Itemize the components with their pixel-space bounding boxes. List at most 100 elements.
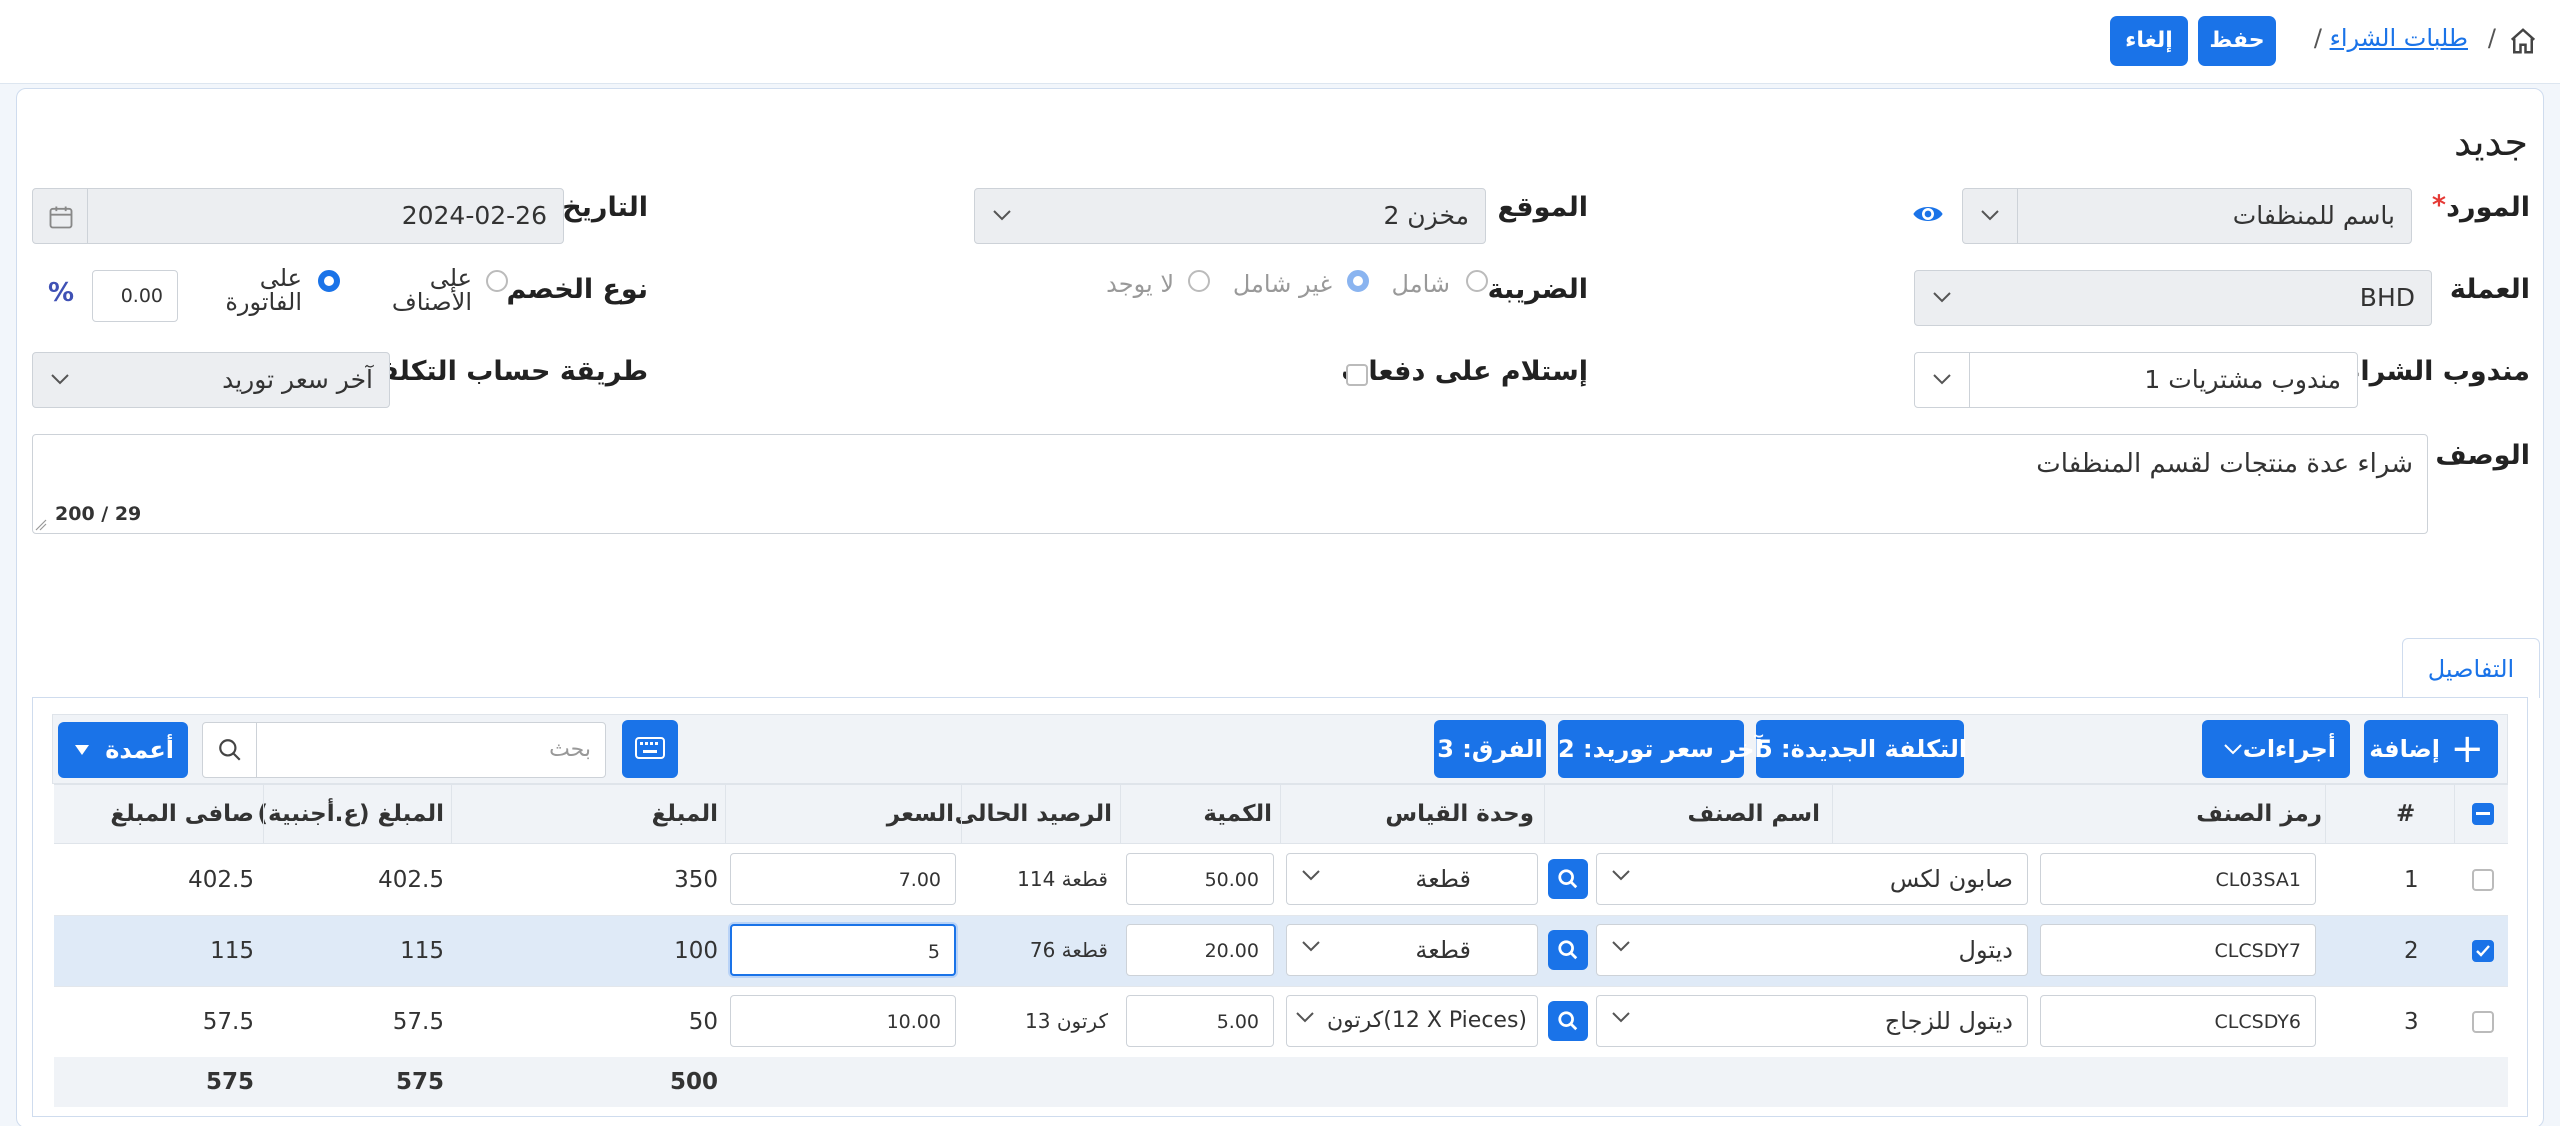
row-checkbox[interactable] xyxy=(2472,1011,2494,1033)
chevron-down-icon[interactable] xyxy=(1915,271,1969,325)
table-header: # رمز الصنف اسم الصنف وحدة القياس الكمية… xyxy=(54,784,2508,844)
total-net-amount: 575 xyxy=(205,1069,254,1095)
cost-method-label: طريقة حساب التكلفة xyxy=(363,356,648,387)
currency-value: BHD xyxy=(2359,283,2415,312)
save-button[interactable]: حفظ xyxy=(2198,16,2276,66)
discount-option-invoice-line2: الفاتورة xyxy=(225,288,302,316)
item-name-select[interactable]: ديتول للزجاج xyxy=(1596,995,2028,1047)
item-code-input[interactable]: CLCSDY7 xyxy=(2040,924,2316,976)
net-amount: 402.5 xyxy=(188,867,254,893)
unit-select[interactable]: قطعة xyxy=(1286,853,1538,905)
columns-button[interactable]: أعمدة xyxy=(58,722,188,778)
current-balance: 114 قطعة xyxy=(1017,867,1108,891)
description-textarea[interactable]: شراء عدة منتجات لقسم المنظفات 200 / 29 xyxy=(32,434,2428,534)
quantity-input[interactable]: 50.00 xyxy=(1126,853,1274,905)
row-checkbox[interactable] xyxy=(2472,869,2494,891)
amount-foreign: 57.5 xyxy=(392,1009,444,1035)
item-code-input[interactable]: CL03SA1 xyxy=(2040,853,2316,905)
table-row[interactable]: 1 CL03SA1 صابون لكس قطعة 50.00 114 قطعة … xyxy=(54,845,2508,916)
percent-toggle[interactable]: % xyxy=(48,278,74,308)
column-header-net-amount: صافى المبلغ xyxy=(110,801,254,827)
home-icon[interactable] xyxy=(2508,26,2538,56)
net-amount: 57.5 xyxy=(202,1009,254,1035)
amount-foreign: 115 xyxy=(400,938,444,964)
chevron-down-icon[interactable] xyxy=(1301,939,1321,953)
calendar-icon[interactable] xyxy=(47,203,75,231)
chevron-down-icon[interactable] xyxy=(1295,1010,1315,1024)
tax-radio-none[interactable] xyxy=(1188,270,1210,292)
chevron-down-icon[interactable] xyxy=(1611,939,1631,953)
supplier-select[interactable]: باسم للمنظفات xyxy=(1962,188,2412,244)
quantity-input[interactable]: 20.00 xyxy=(1126,924,1274,976)
chevron-down-icon[interactable] xyxy=(1915,353,1969,407)
plus-icon: + xyxy=(2450,726,2484,772)
date-label: التاريخ xyxy=(562,192,648,223)
tax-label: الضريبة xyxy=(1487,274,1588,305)
chevron-down-icon[interactable] xyxy=(1301,868,1321,882)
discount-radio-invoice[interactable] xyxy=(318,270,340,292)
quantity-input[interactable]: 5.00 xyxy=(1126,995,1274,1047)
date-value: 2024-02-26 xyxy=(401,201,547,230)
keyboard-button[interactable] xyxy=(622,720,678,778)
required-mark: * xyxy=(2431,190,2446,221)
price-input[interactable]: 7.00 xyxy=(730,853,956,905)
tax-radio-exclusive[interactable] xyxy=(1347,270,1369,292)
item-search-button[interactable] xyxy=(1548,930,1588,970)
cost-method-select[interactable]: آخر سعر توريد xyxy=(32,352,390,408)
grid-search[interactable]: بحث xyxy=(202,722,606,778)
column-header-balance: الرصيد الحالى xyxy=(954,801,1112,827)
table-row[interactable]: 2 CLCSDY7 ديتول قطعة 20.00 76 قطعة 5 100… xyxy=(54,916,2508,987)
item-name-select[interactable]: ديتول xyxy=(1596,924,2028,976)
discount-option-items-line2: الأصناف xyxy=(391,288,472,316)
date-input[interactable]: 2024-02-26 xyxy=(32,188,564,244)
table-row[interactable]: 3 CLCSDY6 ديتول للزجاج كرتون(12 X Pieces… xyxy=(54,987,2508,1058)
buyer-label: مندوب الشراء xyxy=(2346,356,2530,387)
chevron-down-icon[interactable] xyxy=(1963,189,2017,243)
item-search-button[interactable] xyxy=(1548,1001,1588,1041)
breadcrumb-link-purchase-requests[interactable]: طلبات الشراء xyxy=(2330,24,2468,52)
minus-icon xyxy=(2476,812,2490,815)
last-price-button[interactable]: آخر سعر توريد: 2 xyxy=(1558,720,1763,778)
row-checkbox[interactable] xyxy=(2472,940,2494,962)
cost-method-value: آخر سعر توريد xyxy=(222,365,373,394)
select-all-checkbox[interactable] xyxy=(2472,803,2494,825)
caret-down-icon xyxy=(75,745,89,755)
price-input[interactable]: 5 xyxy=(730,924,956,976)
price-input[interactable]: 10.00 xyxy=(730,995,956,1047)
receive-in-batches-checkbox[interactable] xyxy=(1346,364,1368,386)
total-amount: 500 xyxy=(669,1069,718,1095)
discount-option-items-line1: على xyxy=(429,264,472,292)
location-select[interactable]: مخزن 2 xyxy=(974,188,1486,244)
unit-select[interactable]: قطعة xyxy=(1286,924,1538,976)
actions-dropdown-button[interactable]: أجراءات xyxy=(2202,720,2350,778)
resize-handle-icon[interactable] xyxy=(35,519,47,531)
row-number: 1 xyxy=(2404,867,2419,893)
chevron-down-icon[interactable] xyxy=(33,353,87,407)
tab-details[interactable]: التفاصيل xyxy=(2402,638,2540,698)
search-icon xyxy=(219,739,241,761)
amount-foreign: 402.5 xyxy=(378,867,444,893)
amount: 100 xyxy=(674,938,718,964)
search-icon xyxy=(1558,1011,1578,1031)
column-header-amount: المبلغ xyxy=(651,801,718,827)
item-code-input[interactable]: CLCSDY6 xyxy=(2040,995,2316,1047)
add-row-button[interactable]: + إضافة xyxy=(2364,720,2498,778)
buyer-select[interactable]: مندوب مشتريات 1 xyxy=(1914,352,2358,408)
chevron-down-icon[interactable] xyxy=(975,189,1029,243)
new-cost-button[interactable]: التكلفة الجديدة: 5 xyxy=(1756,720,1967,778)
chevron-down-icon[interactable] xyxy=(1611,868,1631,882)
item-name-select[interactable]: صابون لكس xyxy=(1596,853,2028,905)
discount-value-input[interactable]: 0.00 xyxy=(92,270,178,322)
row-number: 3 xyxy=(2404,1009,2419,1035)
item-search-button[interactable] xyxy=(1548,859,1588,899)
currency-select[interactable]: BHD xyxy=(1914,270,2432,326)
difference-button[interactable]: الفرق: 3 xyxy=(1434,720,1546,778)
cancel-button[interactable]: إلغاء xyxy=(2110,16,2188,66)
tax-radio-inclusive[interactable] xyxy=(1466,270,1488,292)
chevron-down-icon[interactable] xyxy=(1611,1010,1631,1024)
unit-select[interactable]: كرتون(12 X Pieces) xyxy=(1286,995,1538,1047)
eye-icon[interactable] xyxy=(1912,200,1944,228)
discount-radio-items[interactable] xyxy=(486,270,508,292)
search-button[interactable] xyxy=(203,723,257,777)
current-balance: 76 قطعة xyxy=(1029,938,1108,962)
